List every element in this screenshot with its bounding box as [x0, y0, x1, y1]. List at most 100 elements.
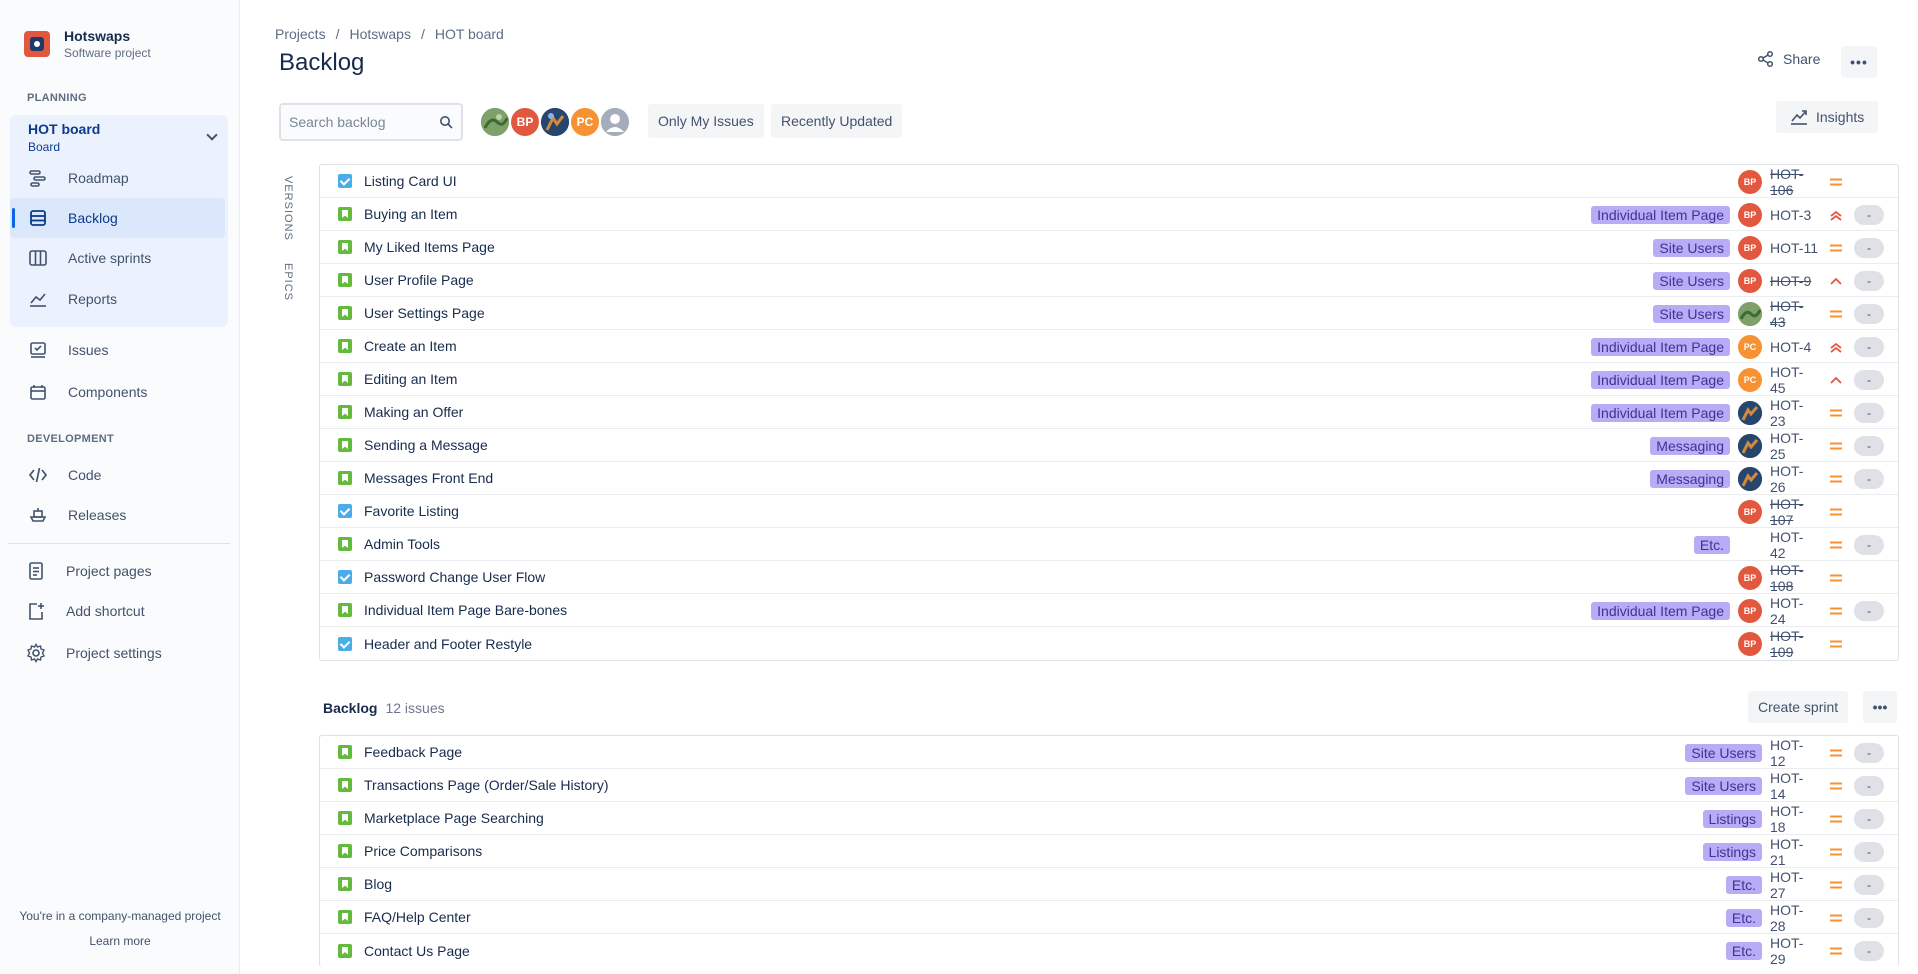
backlog-more-button[interactable]: •••: [1863, 691, 1897, 723]
search-field[interactable]: [289, 114, 429, 130]
issue-row[interactable]: Create an Item Individual Item Page PC HOT-…: [320, 330, 1898, 363]
chevron-down-icon[interactable]: [206, 129, 218, 141]
story-points-badge[interactable]: -: [1854, 402, 1884, 423]
issue-key[interactable]: HOT-29: [1770, 935, 1818, 967]
issue-key[interactable]: HOT-24: [1770, 595, 1818, 627]
assignee-avatar[interactable]: PC: [1738, 334, 1762, 359]
issue-row[interactable]: User Settings Page Site Users HOT-43-: [320, 297, 1898, 330]
assignee-avatar[interactable]: [1738, 400, 1762, 425]
story-points-badge[interactable]: -: [1854, 907, 1884, 928]
epic-badge[interactable]: Etc.: [1693, 535, 1730, 554]
issue-row[interactable]: Buying an Item Individual Item Page BP HOT-…: [320, 198, 1898, 231]
issue-summary[interactable]: Header and Footer Restyle: [364, 636, 1898, 652]
issue-key[interactable]: HOT-23: [1770, 397, 1818, 429]
story-points-badge[interactable]: -: [1854, 940, 1884, 961]
story-points-badge[interactable]: -: [1854, 303, 1884, 324]
issue-summary[interactable]: Feedback Page: [364, 744, 1898, 760]
story-points-badge[interactable]: -: [1854, 841, 1884, 862]
insights-button[interactable]: Insights: [1776, 101, 1879, 133]
issue-key[interactable]: HOT-107: [1770, 496, 1818, 528]
issue-key[interactable]: HOT-42: [1770, 529, 1818, 561]
create-sprint-button[interactable]: Create sprint: [1748, 691, 1849, 723]
story-points-badge[interactable]: -: [1854, 600, 1884, 621]
issue-key[interactable]: HOT-109: [1770, 628, 1818, 660]
sidebar-item-active-sprints[interactable]: Active sprints: [10, 238, 225, 278]
epic-badge[interactable]: Individual Item Page: [1591, 601, 1730, 620]
epic-badge[interactable]: Site Users: [1653, 238, 1730, 257]
issue-row[interactable]: Password Change User Flow BP HOT-108: [320, 561, 1898, 594]
epic-badge[interactable]: Individual Item Page: [1591, 370, 1730, 389]
issue-key[interactable]: HOT-11: [1770, 240, 1818, 256]
epic-badge[interactable]: Listings: [1702, 809, 1762, 828]
issue-summary[interactable]: FAQ/Help Center: [364, 909, 1898, 925]
issue-row[interactable]: Transactions Page (Order/Sale History) Si…: [320, 769, 1898, 802]
issue-summary[interactable]: Password Change User Flow: [364, 569, 1898, 585]
assignee-avatar[interactable]: [1738, 466, 1762, 491]
issue-key[interactable]: HOT-108: [1770, 562, 1818, 594]
epic-badge[interactable]: Individual Item Page: [1591, 205, 1730, 224]
learn-more-link[interactable]: Learn more: [0, 934, 240, 948]
issue-key[interactable]: HOT-4: [1770, 339, 1818, 355]
epic-badge[interactable]: Site Users: [1685, 776, 1762, 795]
epic-badge[interactable]: Site Users: [1685, 743, 1762, 762]
board-selector[interactable]: HOT board Board: [28, 121, 100, 154]
issue-row[interactable]: Header and Footer Restyle BP HOT-109: [320, 627, 1898, 660]
epic-badge[interactable]: Etc.: [1725, 875, 1762, 894]
sidebar-item-roadmap[interactable]: Roadmap: [10, 158, 225, 198]
avatar-photo-nature[interactable]: [479, 106, 511, 138]
breadcrumb-board[interactable]: HOT board: [435, 26, 504, 42]
issue-key[interactable]: HOT-3: [1770, 207, 1818, 223]
issue-key[interactable]: HOT-26: [1770, 463, 1818, 495]
issue-row[interactable]: User Profile Page Site Users BP HOT-9-: [320, 264, 1898, 297]
avatar-default[interactable]: [599, 106, 631, 138]
issue-summary[interactable]: Transactions Page (Order/Sale History): [364, 777, 1898, 793]
issue-row[interactable]: Listing Card UI BP HOT-106: [320, 165, 1898, 198]
story-points-badge[interactable]: -: [1854, 369, 1884, 390]
issue-key[interactable]: HOT-45: [1770, 364, 1818, 396]
issue-key[interactable]: HOT-14: [1770, 770, 1818, 802]
epic-badge[interactable]: Etc.: [1725, 941, 1762, 960]
issue-key[interactable]: HOT-28: [1770, 902, 1818, 934]
story-points-badge[interactable]: -: [1854, 237, 1884, 258]
assignee-avatar[interactable]: BP: [1738, 235, 1762, 260]
assignee-avatar[interactable]: [1738, 433, 1762, 458]
issue-row[interactable]: Messages Front End Messaging HOT-26-: [320, 462, 1898, 495]
issue-summary[interactable]: Price Comparisons: [364, 843, 1898, 859]
search-input[interactable]: [279, 103, 463, 141]
issue-summary[interactable]: Favorite Listing: [364, 503, 1898, 519]
epic-badge[interactable]: Site Users: [1653, 304, 1730, 323]
assignee-avatar[interactable]: [1738, 301, 1762, 326]
sidebar-item-backlog[interactable]: Backlog: [10, 198, 225, 238]
sidebar-item-project-pages[interactable]: Project pages: [10, 551, 225, 591]
recently-updated-button[interactable]: Recently Updated: [771, 104, 903, 138]
assignee-avatar[interactable]: BP: [1738, 598, 1762, 623]
assignee-avatar[interactable]: BP: [1738, 499, 1762, 524]
epics-tab[interactable]: EPICS: [282, 263, 294, 301]
issue-key[interactable]: HOT-12: [1770, 737, 1818, 769]
breadcrumb-project[interactable]: Hotswaps: [349, 26, 410, 42]
backlog-header[interactable]: Backlog 12 issues: [323, 700, 445, 716]
issue-summary[interactable]: Blog: [364, 876, 1898, 892]
issue-row[interactable]: Blog Etc. HOT-27 -: [320, 868, 1898, 901]
issue-row[interactable]: My Liked Items Page Site Users BP HOT-11-: [320, 231, 1898, 264]
issue-key[interactable]: HOT-27: [1770, 869, 1818, 901]
story-points-badge[interactable]: -: [1854, 775, 1884, 796]
only-my-issues-button[interactable]: Only My Issues: [648, 104, 764, 138]
story-points-badge[interactable]: -: [1854, 742, 1884, 763]
issue-row[interactable]: FAQ/Help Center Etc. HOT-28 -: [320, 901, 1898, 934]
versions-tab[interactable]: VERSIONS: [282, 176, 294, 241]
story-points-badge[interactable]: -: [1854, 468, 1884, 489]
share-button[interactable]: Share: [1757, 50, 1820, 68]
epic-badge[interactable]: Messaging: [1650, 469, 1730, 488]
issue-row[interactable]: Editing an Item Individual Item Page PC HOT…: [320, 363, 1898, 396]
sidebar-item-issues[interactable]: Issues: [10, 330, 225, 370]
avatar-photo-game[interactable]: [539, 106, 571, 138]
issue-key[interactable]: HOT-25: [1770, 430, 1818, 462]
sidebar-item-add-shortcut[interactable]: Add shortcut: [10, 591, 225, 631]
assignee-avatar[interactable]: BP: [1738, 268, 1762, 293]
issue-row[interactable]: Favorite Listing BP HOT-107: [320, 495, 1898, 528]
epic-badge[interactable]: Listings: [1702, 842, 1762, 861]
assignee-avatar[interactable]: BP: [1738, 202, 1762, 227]
avatar-pc[interactable]: PC: [569, 106, 601, 138]
issue-row[interactable]: Making an Offer Individual Item Page HOT-2…: [320, 396, 1898, 429]
